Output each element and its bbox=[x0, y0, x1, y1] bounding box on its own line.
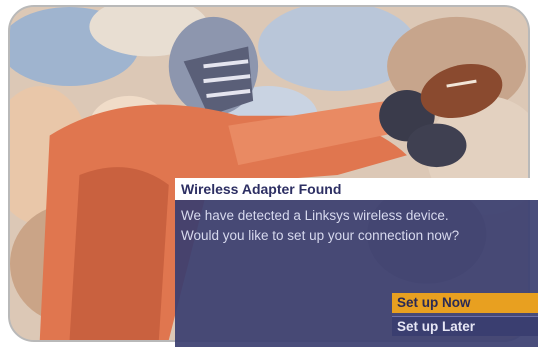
dialog-message-line-2: Would you like to set up your connection… bbox=[181, 228, 460, 243]
dialog-message-line-1: We have detected a Linksys wireless devi… bbox=[181, 208, 449, 223]
dialog-message: We have detected a Linksys wireless devi… bbox=[181, 206, 459, 246]
set-up-later-button[interactable]: Set up Later bbox=[392, 316, 538, 336]
set-up-now-button[interactable]: Set up Now bbox=[392, 293, 538, 313]
dialog-title: Wireless Adapter Found bbox=[175, 178, 538, 200]
setup-options-menu: Set up Now Set up Later bbox=[392, 293, 538, 339]
